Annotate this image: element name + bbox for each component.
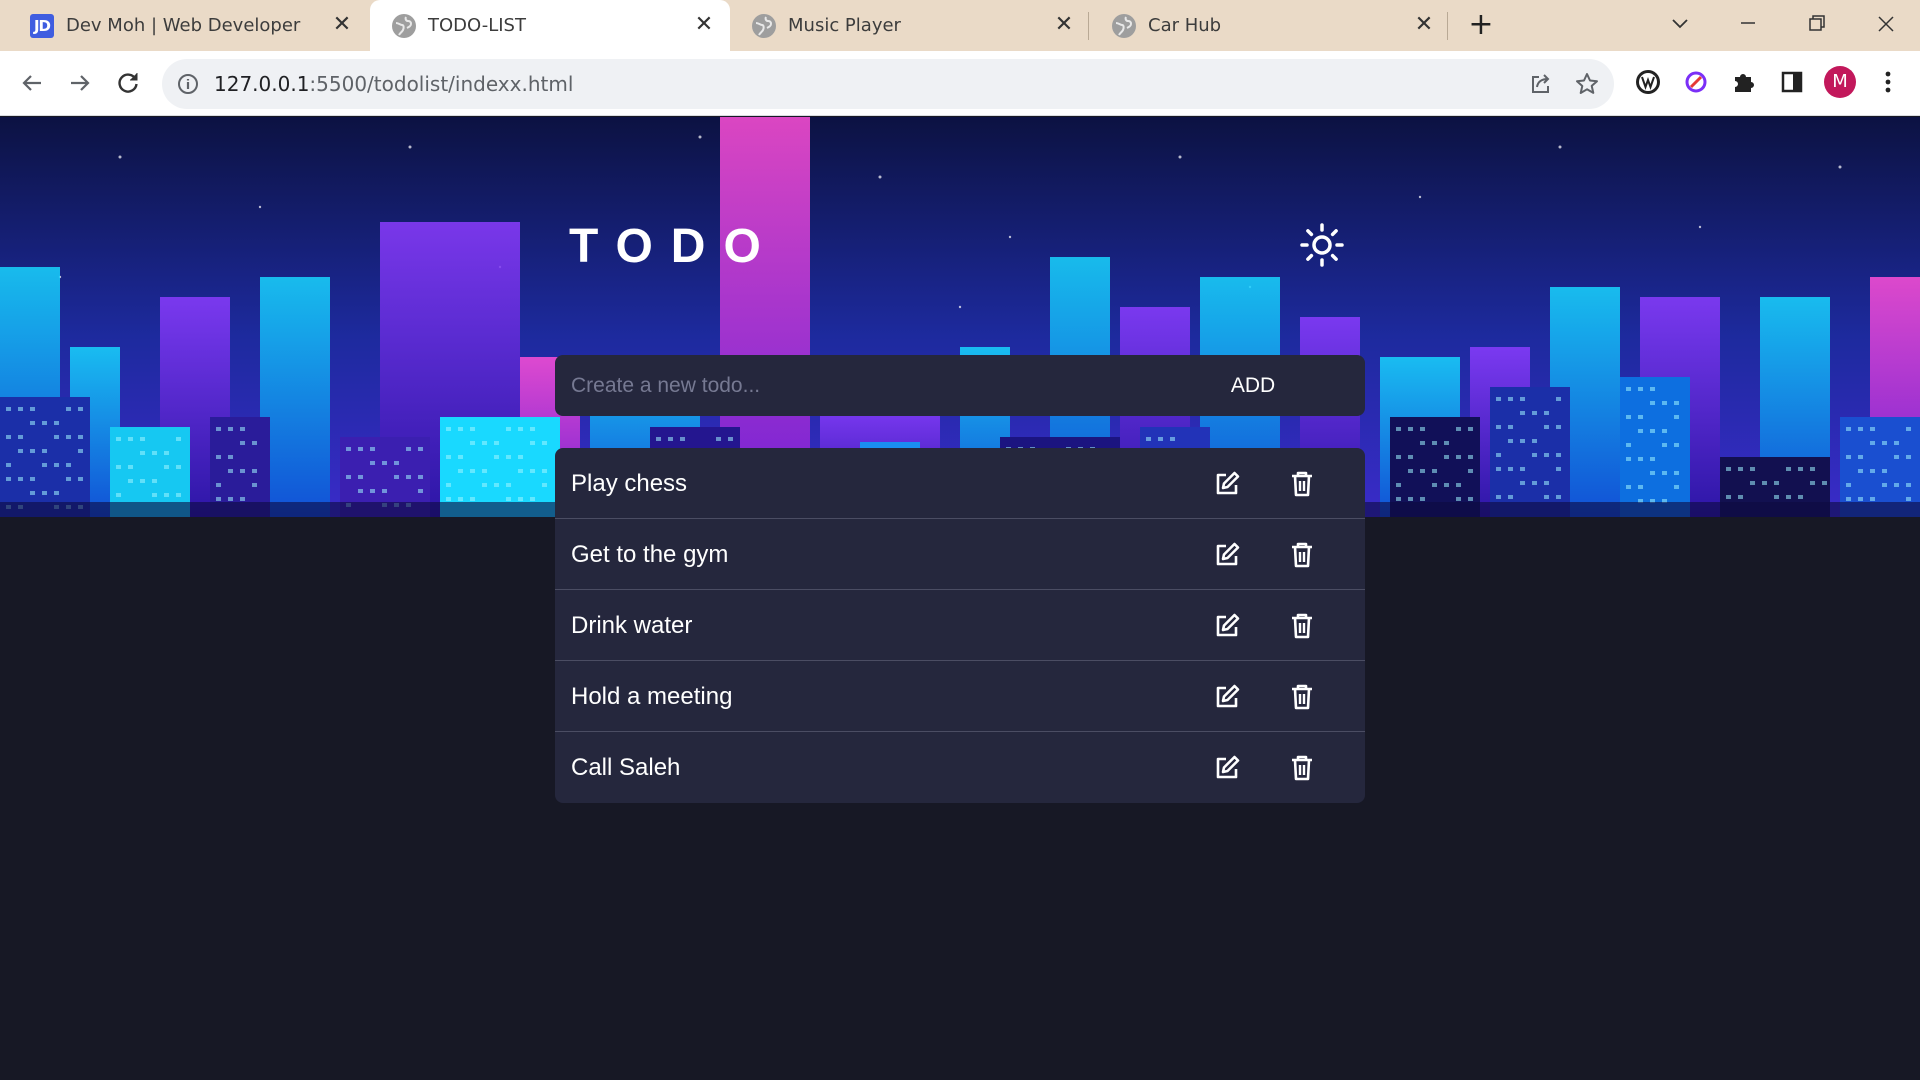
todo-item: Drink water (555, 590, 1365, 661)
info-icon[interactable] (176, 72, 200, 96)
extensions-puzzle-icon[interactable] (1728, 66, 1760, 98)
edit-icon[interactable] (1212, 682, 1242, 712)
globe-icon (752, 14, 776, 38)
profile-avatar[interactable]: M (1824, 66, 1856, 98)
trash-icon[interactable] (1287, 469, 1317, 499)
todo-text: Drink water (571, 612, 693, 639)
browser-toolbar: 127.0.0.1:5500/todolist/indexx.html (0, 51, 1920, 116)
tab-title: Car Hub (1148, 15, 1222, 36)
blocker-extension-icon[interactable] (1680, 66, 1712, 98)
restore-icon[interactable] (1796, 8, 1836, 40)
tab-title: Dev Moh | Web Developer (66, 15, 301, 36)
more-menu-icon[interactable] (1872, 66, 1904, 98)
url-text[interactable]: 127.0.0.1:5500/todolist/indexx.html (214, 72, 573, 96)
back-arrow-icon[interactable] (16, 67, 48, 99)
todo-text: Get to the gym (571, 541, 729, 568)
forward-arrow-icon[interactable] (64, 67, 96, 99)
todo-item: Play chess (555, 448, 1365, 519)
todo-item: Hold a meeting (555, 661, 1365, 732)
globe-icon (1112, 14, 1136, 38)
side-panel-icon[interactable] (1776, 66, 1808, 98)
todo-text: Hold a meeting (571, 683, 733, 710)
trash-icon[interactable] (1287, 540, 1317, 570)
trash-icon[interactable] (1287, 611, 1317, 641)
page-title: TODO (569, 220, 779, 273)
close-icon[interactable]: ✕ (1052, 13, 1076, 37)
globe-icon (392, 14, 416, 38)
sun-icon[interactable] (1298, 221, 1346, 269)
share-icon[interactable] (1528, 71, 1554, 97)
tab-dev-moh[interactable]: JD Dev Moh | Web Developer ✕ (8, 0, 368, 51)
todo-item: Get to the gym (555, 519, 1365, 590)
wordpress-extension-icon[interactable] (1632, 66, 1664, 98)
url-host: 127.0.0.1 (214, 72, 310, 96)
browser-tabstrip: JD Dev Moh | Web Developer ✕ TODO-LIST ✕… (0, 0, 1920, 51)
close-icon[interactable]: ✕ (330, 13, 354, 37)
close-window-icon[interactable] (1866, 8, 1906, 40)
tab-divider (1447, 12, 1448, 40)
minimize-icon[interactable] (1728, 8, 1768, 40)
close-icon[interactable]: ✕ (692, 13, 716, 37)
trash-icon[interactable] (1287, 682, 1317, 712)
todo-page: TODO ADD Play chess Get to the gym Drink… (0, 117, 1920, 1080)
edit-icon[interactable] (1212, 753, 1242, 783)
reload-icon[interactable] (112, 67, 144, 99)
new-tab-button[interactable]: + (1465, 10, 1497, 42)
edit-icon[interactable] (1212, 540, 1242, 570)
todo-list: Play chess Get to the gym Drink water Ho… (555, 448, 1365, 803)
edit-icon[interactable] (1212, 611, 1242, 641)
tab-divider (1088, 12, 1089, 40)
url-path: :5500/todolist/indexx.html (309, 72, 574, 96)
jd-favicon: JD (30, 14, 54, 38)
tab-search-chevron-down-icon[interactable] (1660, 8, 1700, 40)
todo-item: Call Saleh (555, 732, 1365, 803)
todo-text: Call Saleh (571, 754, 681, 781)
edit-icon[interactable] (1212, 469, 1242, 499)
tab-car-hub[interactable]: Car Hub ✕ (1090, 0, 1450, 51)
tab-todo-list[interactable]: TODO-LIST ✕ (370, 0, 730, 51)
tab-music-player[interactable]: Music Player ✕ (730, 0, 1090, 51)
tab-title: TODO-LIST (428, 15, 526, 36)
close-icon[interactable]: ✕ (1412, 13, 1436, 37)
new-todo-input[interactable] (571, 355, 1211, 416)
todo-text: Play chess (571, 470, 688, 497)
trash-icon[interactable] (1287, 753, 1317, 783)
add-button[interactable]: ADD (1193, 355, 1313, 416)
bookmark-star-icon[interactable] (1574, 71, 1600, 97)
tab-title: Music Player (788, 15, 901, 36)
address-bar[interactable]: 127.0.0.1:5500/todolist/indexx.html (162, 59, 1614, 109)
